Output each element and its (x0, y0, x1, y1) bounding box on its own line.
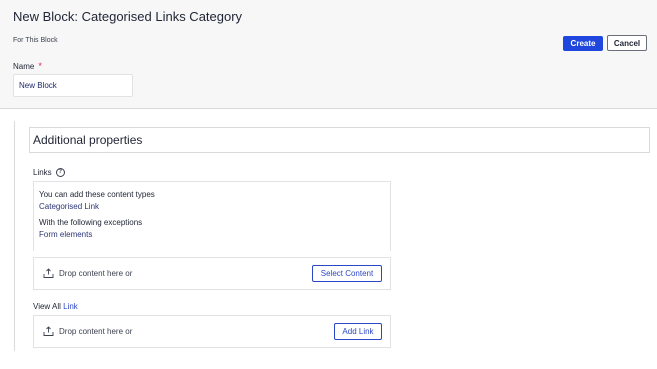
section-title: Additional properties (33, 133, 143, 147)
add-link-button[interactable]: Add Link (334, 323, 382, 340)
drop-hint: Drop content here or (59, 327, 133, 336)
view-all-link-label: View All Link (33, 302, 78, 311)
allowed-type-value: Categorised Link (39, 202, 100, 211)
links-label-text: Links (33, 168, 52, 177)
drop-hint: Drop content here or (59, 269, 133, 278)
page-subtitle: For This Block (13, 37, 58, 44)
view-all-label-link: Link (63, 302, 78, 311)
upload-tray-icon (43, 326, 54, 336)
editor-header: New Block: Categorised Links Category Fo… (0, 0, 657, 109)
view-all-label-prefix: View All (33, 302, 61, 311)
create-button[interactable]: Create (563, 36, 603, 51)
exception-value: Form elements (39, 230, 93, 239)
page-title: New Block: Categorised Links Category (13, 9, 243, 24)
links-field-label: Links ? (33, 168, 65, 177)
allowed-types-panel: You can add these content types Categori… (33, 181, 391, 251)
left-divider (14, 121, 15, 351)
name-label-text: Name (13, 62, 35, 71)
exceptions-heading: With the following exceptions (39, 218, 143, 227)
name-field-label: Name * (13, 61, 42, 71)
additional-properties-section[interactable]: Additional properties (29, 127, 650, 153)
links-dropzone[interactable]: Drop content here or Select Content (33, 257, 391, 290)
cancel-button[interactable]: Cancel (607, 35, 647, 51)
select-content-button[interactable]: Select Content (312, 265, 382, 282)
name-input[interactable] (13, 74, 133, 97)
view-all-link-dropzone[interactable]: Drop content here or Add Link (33, 315, 391, 348)
allowed-types-heading: You can add these content types (39, 190, 155, 199)
required-mark: * (38, 61, 42, 71)
upload-tray-icon (43, 268, 54, 278)
help-icon[interactable]: ? (55, 168, 65, 177)
